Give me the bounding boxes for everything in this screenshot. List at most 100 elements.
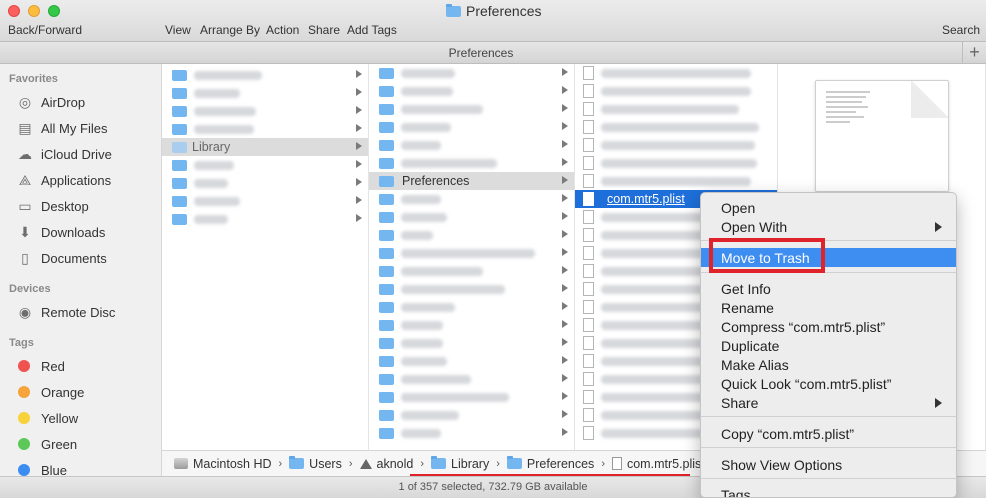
file-icon bbox=[583, 102, 594, 116]
hard-drive-icon bbox=[174, 458, 188, 469]
list-item[interactable] bbox=[369, 208, 574, 226]
list-item[interactable] bbox=[575, 172, 777, 190]
zoom-window-button[interactable] bbox=[48, 5, 60, 17]
list-item[interactable] bbox=[369, 370, 574, 388]
list-item[interactable] bbox=[369, 100, 574, 118]
menu-item-make-alias[interactable]: Make Alias bbox=[701, 355, 956, 374]
sidebar-item-label: Downloads bbox=[41, 224, 106, 240]
menu-item-quick-look[interactable]: Quick Look “com.mtr5.plist” bbox=[701, 374, 956, 393]
sidebar-item-remote-disc[interactable]: ◉ Remote Disc bbox=[16, 302, 116, 322]
list-item[interactable] bbox=[369, 244, 574, 262]
sidebar-item-desktop[interactable]: ▭ Desktop bbox=[16, 196, 88, 216]
folder-icon bbox=[379, 373, 394, 385]
menu-item-open[interactable]: Open bbox=[701, 198, 956, 217]
list-item[interactable] bbox=[369, 226, 574, 244]
list-item[interactable] bbox=[369, 190, 574, 208]
menu-item-open-with[interactable]: Open With bbox=[701, 217, 956, 236]
list-item[interactable] bbox=[575, 64, 777, 82]
list-item[interactable] bbox=[369, 316, 574, 334]
menu-item-tags[interactable]: Tags... bbox=[701, 485, 956, 498]
sidebar-item-all-my-files[interactable]: ▤ All My Files bbox=[16, 118, 107, 138]
list-item-label: Preferences bbox=[402, 174, 470, 188]
menu-separator bbox=[701, 416, 956, 417]
file-icon bbox=[583, 390, 594, 404]
share-button[interactable]: Share bbox=[308, 23, 340, 37]
list-item[interactable] bbox=[369, 298, 574, 316]
file-icon bbox=[583, 156, 594, 170]
chevron-right-icon bbox=[562, 68, 568, 76]
folder-icon bbox=[379, 265, 394, 277]
view-button[interactable]: View bbox=[165, 23, 191, 37]
list-item[interactable] bbox=[369, 118, 574, 136]
plus-icon[interactable]: + bbox=[962, 42, 986, 64]
menu-item-share[interactable]: Share bbox=[701, 393, 956, 412]
sidebar: Favorites ◎ AirDrop ▤ All My Files ☁ iCl… bbox=[0, 64, 162, 498]
sidebar-item-airdrop[interactable]: ◎ AirDrop bbox=[16, 92, 85, 112]
crumb-file[interactable]: com.mtr5.plist bbox=[611, 457, 705, 471]
folder-icon bbox=[172, 159, 187, 171]
list-item[interactable] bbox=[575, 118, 777, 136]
sidebar-item-downloads[interactable]: ⬇ Downloads bbox=[16, 222, 105, 242]
search-button[interactable]: Search bbox=[942, 23, 980, 37]
list-item-library[interactable]: Library bbox=[162, 138, 368, 156]
list-item-preferences[interactable]: Preferences bbox=[369, 172, 574, 190]
minimize-window-button[interactable] bbox=[28, 5, 40, 17]
list-item[interactable] bbox=[369, 82, 574, 100]
sidebar-item-tag-yellow[interactable]: Yellow bbox=[16, 408, 78, 428]
crumb-preferences[interactable]: Preferences bbox=[506, 456, 594, 471]
menu-item-compress[interactable]: Compress “com.mtr5.plist” bbox=[701, 317, 956, 336]
chevron-right-icon bbox=[935, 222, 942, 232]
list-item[interactable] bbox=[162, 210, 368, 228]
list-item[interactable] bbox=[369, 64, 574, 82]
list-item[interactable] bbox=[369, 280, 574, 298]
list-item[interactable] bbox=[162, 84, 368, 102]
arrange-by-button[interactable]: Arrange By bbox=[200, 23, 260, 37]
sidebar-item-label: Orange bbox=[41, 384, 85, 400]
folder-icon bbox=[172, 105, 187, 117]
crumb-users[interactable]: Users bbox=[289, 456, 342, 471]
list-item[interactable] bbox=[369, 406, 574, 424]
list-item[interactable] bbox=[369, 334, 574, 352]
list-item[interactable] bbox=[575, 154, 777, 172]
list-item[interactable] bbox=[575, 100, 777, 118]
list-item[interactable] bbox=[162, 120, 368, 138]
sidebar-item-icloud-drive[interactable]: ☁ iCloud Drive bbox=[16, 144, 112, 164]
menu-item-show-view-options[interactable]: Show View Options bbox=[701, 455, 956, 474]
list-item[interactable] bbox=[575, 136, 777, 154]
sidebar-item-applications[interactable]: ⟁ Applications bbox=[16, 170, 111, 190]
folder-icon bbox=[446, 3, 461, 17]
menu-item-copy[interactable]: Copy “com.mtr5.plist” bbox=[701, 424, 956, 443]
sidebar-item-tag-green[interactable]: Green bbox=[16, 434, 77, 454]
folder-icon bbox=[172, 87, 187, 99]
folder-icon bbox=[379, 139, 394, 151]
sidebar-item-documents[interactable]: ▯ Documents bbox=[16, 248, 107, 268]
menu-item-get-info[interactable]: Get Info bbox=[701, 279, 956, 298]
sidebar-item-tag-red[interactable]: Red bbox=[16, 356, 65, 376]
list-item[interactable] bbox=[162, 174, 368, 192]
list-item[interactable] bbox=[575, 82, 777, 100]
chevron-right-icon bbox=[562, 140, 568, 148]
list-item[interactable] bbox=[162, 156, 368, 174]
crumb-home[interactable]: aknold bbox=[359, 457, 413, 471]
list-item[interactable] bbox=[369, 352, 574, 370]
crumb-library[interactable]: Library bbox=[431, 456, 489, 471]
crumb-macintosh-hd[interactable]: Macintosh HD bbox=[174, 457, 272, 471]
list-item[interactable] bbox=[369, 388, 574, 406]
menu-item-rename[interactable]: Rename bbox=[701, 298, 956, 317]
add-tags-button[interactable]: Add Tags bbox=[347, 23, 397, 37]
close-window-button[interactable] bbox=[8, 5, 20, 17]
list-item[interactable] bbox=[369, 136, 574, 154]
menu-item-duplicate[interactable]: Duplicate bbox=[701, 336, 956, 355]
list-item[interactable] bbox=[369, 154, 574, 172]
list-item[interactable] bbox=[162, 192, 368, 210]
list-item[interactable] bbox=[369, 262, 574, 280]
action-button[interactable]: Action bbox=[266, 23, 299, 37]
back-forward-button[interactable]: Back/Forward bbox=[8, 23, 82, 37]
sidebar-item-label: Yellow bbox=[41, 410, 79, 426]
sidebar-item-tag-orange[interactable]: Orange bbox=[16, 382, 84, 402]
chevron-right-icon bbox=[562, 158, 568, 166]
list-item[interactable] bbox=[162, 66, 368, 84]
list-item[interactable] bbox=[369, 424, 574, 442]
sidebar-item-label: Remote Disc bbox=[41, 304, 116, 320]
list-item[interactable] bbox=[162, 102, 368, 120]
